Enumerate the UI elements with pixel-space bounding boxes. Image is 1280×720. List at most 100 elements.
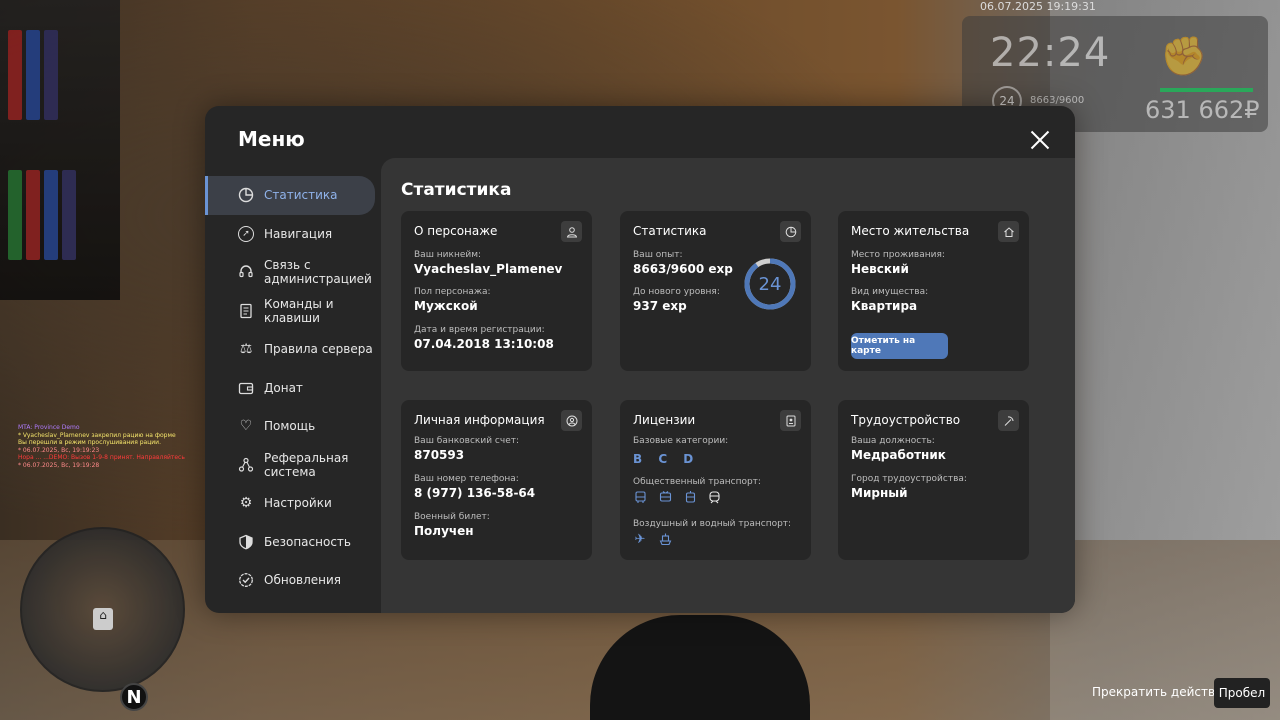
book bbox=[62, 170, 76, 260]
sidebar-item-settings[interactable]: ⚙ Настройки bbox=[205, 484, 381, 523]
base-categories-value: B C D bbox=[633, 452, 700, 466]
card-title: О персонаже bbox=[414, 224, 498, 238]
sidebar-item-referral[interactable]: Реферальная система bbox=[205, 446, 381, 485]
property-value: Квартира bbox=[851, 299, 918, 313]
check-badge-icon bbox=[238, 572, 254, 588]
book bbox=[44, 170, 58, 260]
sidebar-item-label: Помощь bbox=[264, 419, 316, 434]
job-city-value: Мирный bbox=[851, 486, 908, 500]
menu-title: Меню bbox=[238, 127, 305, 151]
base-categories-label: Базовые категории: bbox=[633, 436, 729, 446]
hud-exp: 8663/9600 bbox=[1030, 95, 1085, 106]
sidebar-item-donate[interactable]: Донат bbox=[205, 369, 381, 408]
pie-chart-icon bbox=[238, 187, 254, 203]
hud-datetime: 06.07.2025 19:19:31 bbox=[980, 0, 1096, 13]
house-icon: ⌂ bbox=[93, 608, 113, 630]
trolleybus-icon bbox=[658, 490, 672, 504]
phone-label: Ваш номер телефона: bbox=[414, 474, 519, 484]
sidebar-item-label: Связь с администрацией bbox=[264, 258, 372, 287]
bank-value: 870593 bbox=[414, 448, 465, 462]
book bbox=[8, 30, 22, 120]
book bbox=[44, 30, 58, 120]
pickaxe-icon bbox=[998, 410, 1019, 431]
character-card: О персонаже Ваш никнейм: Vyacheslav_Plam… bbox=[401, 211, 592, 371]
sidebar: Статистика ➚ Навигация Связь с администр… bbox=[205, 176, 381, 600]
plane-icon: ✈ bbox=[634, 531, 646, 547]
sidebar-item-navigation[interactable]: ➚ Навигация bbox=[205, 215, 381, 254]
content-title: Статистика bbox=[401, 180, 512, 200]
gender-value: Мужской bbox=[414, 299, 478, 313]
exp-value: 8663/9600 exp bbox=[633, 262, 733, 276]
close-icon[interactable] bbox=[1028, 128, 1052, 152]
compass-icon: ➚ bbox=[238, 225, 254, 242]
air-water-label: Воздушный и водный транспорт: bbox=[633, 519, 792, 529]
pie-chart-icon bbox=[780, 221, 801, 242]
sidebar-item-label: Правила сервера bbox=[264, 342, 373, 357]
phone-value: 8 (977) 136-58-64 bbox=[414, 486, 536, 500]
menu-window: Меню Статистика ➚ Навигация Связь с адми… bbox=[205, 106, 1075, 613]
sidebar-item-security[interactable]: Безопасность bbox=[205, 523, 381, 562]
military-value: Получен bbox=[414, 524, 474, 538]
level-value: 24 bbox=[758, 273, 782, 295]
card-title: Место жительства bbox=[851, 224, 970, 238]
statistics-card: Статистика Ваш опыт: 8663/9600 exp До но… bbox=[620, 211, 811, 371]
book bbox=[26, 170, 40, 260]
card-title: Трудоустройство bbox=[851, 413, 961, 427]
space-key-button[interactable]: Пробел bbox=[1214, 678, 1270, 708]
content-panel: Статистика О персонаже Ваш никнейм: Vyac… bbox=[381, 158, 1075, 613]
sidebar-item-label: Навигация bbox=[264, 226, 333, 241]
compass-north-icon: N bbox=[120, 683, 148, 711]
sidebar-item-admin-contact[interactable]: Связь с администрацией bbox=[205, 253, 381, 292]
residence-card: Место жительства Место проживания: Невск… bbox=[838, 211, 1029, 371]
public-transport-label: Общественный транспорт: bbox=[633, 477, 761, 487]
hud-clock: 22:24 bbox=[990, 30, 1111, 76]
property-label: Вид имущества: bbox=[851, 287, 929, 297]
hud-money: 631 662₽ bbox=[1145, 96, 1260, 124]
wallet-icon bbox=[238, 380, 254, 396]
bank-label: Ваш банковский счет: bbox=[414, 436, 520, 446]
sidebar-item-label: Реферальная система bbox=[264, 450, 349, 479]
personal-info-card: Личная информация Ваш банковский счет: 8… bbox=[401, 400, 592, 560]
health-bar bbox=[1160, 88, 1253, 92]
scales-icon: ⚖ bbox=[239, 341, 253, 358]
exp-label: Ваш опыт: bbox=[633, 250, 683, 260]
sidebar-item-updates[interactable]: Обновления bbox=[205, 561, 381, 600]
user-icon bbox=[561, 221, 582, 242]
residence-label: Место проживания: bbox=[851, 250, 945, 260]
shield-icon bbox=[238, 534, 254, 550]
job-city-label: Город трудоустройства: bbox=[851, 474, 967, 484]
gender-label: Пол персонажа: bbox=[414, 287, 491, 297]
card-title: Лицензии bbox=[633, 413, 696, 427]
sidebar-item-label: Статистика bbox=[264, 188, 338, 203]
employment-card: Трудоустройство Ваша должность: Медработ… bbox=[838, 400, 1029, 560]
sidebar-item-help[interactable]: ♡ Помощь bbox=[205, 407, 381, 446]
stop-action-label: Прекратить действие bbox=[1092, 685, 1231, 699]
sidebar-item-label: Донат bbox=[264, 380, 303, 395]
headset-icon bbox=[238, 264, 254, 280]
ship-icon bbox=[658, 532, 672, 546]
next-level-label: До нового уровня: bbox=[633, 287, 720, 297]
user-circle-icon bbox=[561, 410, 582, 431]
sidebar-item-statistics[interactable]: Статистика bbox=[205, 176, 375, 215]
book bbox=[8, 170, 22, 260]
network-icon bbox=[238, 457, 254, 473]
military-label: Военный билет: bbox=[414, 512, 490, 522]
handshake-heart-icon: ♡ bbox=[239, 418, 253, 435]
nickname-value: Vyacheslav_Plamenev bbox=[414, 262, 563, 276]
book bbox=[26, 30, 40, 120]
sidebar-item-label: Обновления bbox=[264, 573, 342, 588]
sidebar-item-commands[interactable]: Команды и клавиши bbox=[205, 292, 381, 331]
position-label: Ваша должность: bbox=[851, 436, 935, 446]
next-level-value: 937 exp bbox=[633, 299, 687, 313]
id-card-icon bbox=[780, 410, 801, 431]
fist-icon: ✊ bbox=[1160, 34, 1208, 78]
sidebar-item-label: Безопасность bbox=[264, 534, 351, 549]
sidebar-item-rules[interactable]: ⚖ Правила сервера bbox=[205, 330, 381, 369]
position-value: Медработник bbox=[851, 448, 946, 462]
bus-icon bbox=[633, 490, 647, 504]
card-title: Личная информация bbox=[414, 413, 545, 427]
sidebar-item-label: Настройки bbox=[264, 496, 332, 511]
sidebar-item-label: Команды и клавиши bbox=[264, 296, 334, 325]
mark-on-map-button[interactable]: Отметить на карте bbox=[851, 333, 948, 359]
background-bookshelf bbox=[0, 0, 120, 300]
